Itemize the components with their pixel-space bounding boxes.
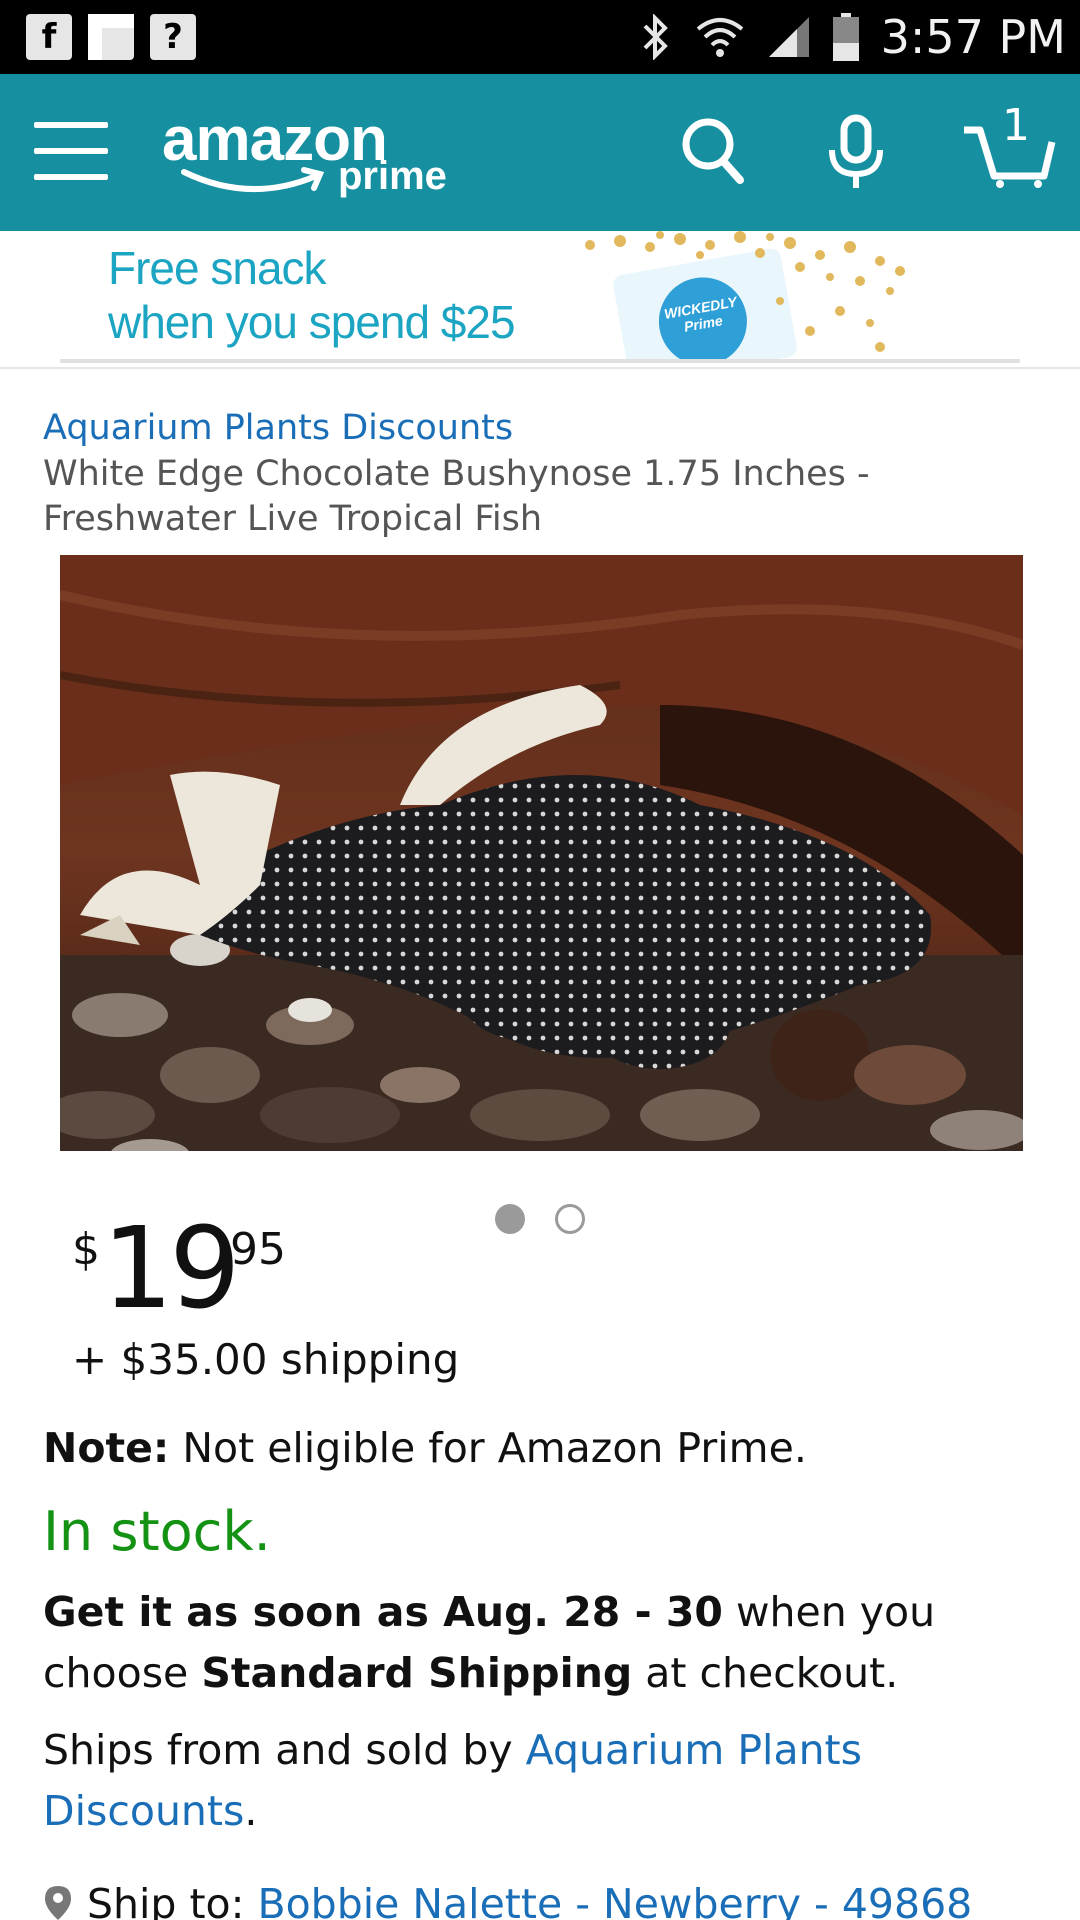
fish-photo — [60, 555, 1023, 1151]
shipping-cost: + $35.00 shipping — [72, 1335, 460, 1384]
ship-to-row[interactable]: Ship to: Bobbie Nalette - Newberry - 498… — [43, 1880, 1063, 1920]
image-carousel-indicator — [495, 1204, 585, 1234]
price-currency: $ — [72, 1224, 100, 1275]
seller-link[interactable]: Aquarium Plants Discounts — [43, 408, 513, 448]
wifi-icon — [696, 18, 743, 57]
flipboard-icon — [88, 14, 134, 60]
clock: 3:57 PM — [880, 10, 1066, 64]
unknown-notification-icon: ? — [150, 14, 196, 60]
delivery-text-2: at checkout. — [632, 1649, 899, 1697]
microphone-icon[interactable] — [826, 114, 886, 194]
status-bar: f ? 3:57 PM — [0, 0, 1080, 74]
promo-banner[interactable]: Free snack when you spend $25 WICKEDLY P… — [0, 231, 1080, 367]
price-whole: 19 — [102, 1204, 241, 1334]
popcorn-image — [585, 231, 905, 352]
menu-button[interactable] — [34, 118, 110, 184]
delivery-estimate: Get it as soon as Aug. 28 - 30 when you … — [43, 1582, 1053, 1704]
prime-eligibility-note: Note: Not eligible for Amazon Prime. — [43, 1424, 807, 1472]
cart-button[interactable]: 1 — [960, 100, 1060, 190]
delivery-date: Get it as soon as Aug. 28 - 30 — [43, 1588, 723, 1636]
ships-suffix: . — [244, 1787, 258, 1835]
product-image[interactable] — [60, 555, 1023, 1151]
app-header: amazon prime 1 — [0, 74, 1080, 231]
cart-count: 1 — [1002, 100, 1030, 151]
bluetooth-icon — [643, 14, 668, 60]
price-fraction: 95 — [230, 1224, 286, 1275]
stock-status: In stock. — [43, 1500, 271, 1563]
shipping-method: Standard Shipping — [201, 1649, 633, 1697]
ships-from: Ships from and sold by Aquarium Plants D… — [43, 1720, 1043, 1842]
product-title: White Edge Chocolate Bushynose 1.75 Inch… — [43, 454, 870, 539]
ships-prefix: Ships from and sold by — [43, 1726, 526, 1774]
banner-divider — [0, 367, 1080, 369]
search-icon[interactable] — [680, 114, 746, 186]
note-label: Note: — [43, 1424, 170, 1472]
logo-smile-icon — [181, 167, 325, 192]
banner-text: Free snack when you spend $25 — [108, 241, 516, 349]
signal-icon — [768, 17, 809, 57]
location-pin-icon — [45, 1886, 71, 1920]
banner-line-2: when you spend $25 — [108, 296, 516, 348]
carousel-dot-2[interactable] — [555, 1204, 585, 1234]
battery-icon — [832, 13, 859, 61]
ship-to-label: Ship to: — [87, 1880, 258, 1920]
carousel-dot-1[interactable] — [495, 1204, 525, 1234]
ship-to-address-link[interactable]: Bobbie Nalette - Newberry - 49868 — [257, 1880, 972, 1920]
amazon-prime-logo[interactable]: amazon prime — [162, 104, 472, 214]
logo-prime-text: prime — [338, 154, 447, 198]
notification-icons: f ? — [26, 14, 196, 60]
facebook-icon: f — [26, 14, 72, 60]
note-text: Not eligible for Amazon Prime. — [169, 1424, 807, 1472]
banner-line-1: Free snack — [108, 242, 327, 294]
